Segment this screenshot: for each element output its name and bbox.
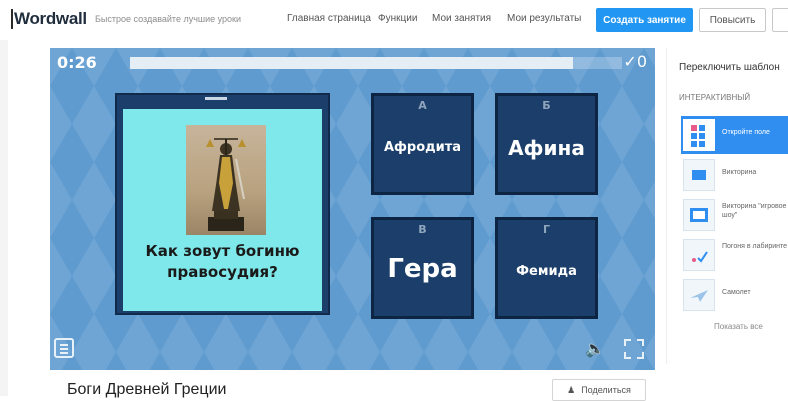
nav-home[interactable]: Главная страница: [287, 13, 371, 24]
fullscreen-icon[interactable]: [623, 338, 645, 360]
logo-divider: [11, 9, 13, 29]
answer-tile-b[interactable]: Б Афина: [495, 93, 598, 195]
question-card: Как зовут богиню правосудия?: [115, 93, 330, 315]
template-label: Погоня в лабиринте: [722, 243, 788, 250]
panel-title: Переключить шаблон: [679, 62, 780, 73]
answer-letter-d: Г: [542, 223, 550, 236]
create-activity-button[interactable]: Создать занятие: [596, 8, 693, 32]
template-label: Самолет: [722, 289, 751, 296]
left-edge-strip: [0, 40, 8, 396]
template-game-show-quiz[interactable]: Викторина "игровое шоу": [681, 196, 788, 234]
answer-letter-b: Б: [542, 99, 551, 112]
airplane-icon: [683, 279, 715, 311]
game-show-icon: [683, 199, 715, 231]
answer-tile-c[interactable]: В Гера: [371, 217, 474, 319]
user-icon: ♟: [567, 384, 576, 395]
question-panel: Как зовут богиню правосудия?: [123, 109, 322, 311]
share-label: Поделиться: [581, 385, 631, 395]
template-label: Викторина: [722, 169, 757, 176]
question-text: Как зовут богиню правосудия?: [145, 242, 300, 281]
progress-fill: [130, 57, 573, 69]
score: ✓0: [623, 52, 647, 71]
progress-bar: [130, 57, 622, 69]
template-quiz[interactable]: Викторина: [681, 156, 788, 194]
answer-text-a: Афродита: [383, 140, 462, 155]
maze-chase-icon: [683, 239, 715, 271]
top-header: Wordwall Быстрое создавайте лучшие уроки…: [0, 0, 788, 40]
timer: 0:26: [57, 53, 97, 72]
template-label: Викторина "игровое шоу": [722, 203, 787, 219]
nav-my-activities[interactable]: Мои занятия: [432, 13, 491, 24]
tagline: Быстрое создавайте лучшие уроки: [95, 14, 242, 24]
template-label: Откройте поле: [722, 129, 770, 136]
answer-text-c: Гера: [387, 254, 458, 284]
menu-icon[interactable]: [54, 338, 74, 358]
panel-section-label: ИНТЕРАКТИВНЫЙ: [679, 93, 751, 102]
share-button[interactable]: ♟ Поделиться: [552, 379, 646, 401]
game-area: 0:26 ✓0 Как зовут богиню правосудия? А А…: [50, 48, 655, 370]
answer-tile-a[interactable]: А Афродита: [371, 93, 474, 195]
themis-statue-image: [186, 125, 266, 235]
answer-text-b: Афина: [508, 136, 585, 160]
template-airplane[interactable]: Самолет: [681, 276, 788, 314]
answer-letter-a: А: [418, 99, 427, 112]
account-button[interactable]: [772, 8, 788, 32]
nav-features[interactable]: Функции: [378, 13, 417, 24]
template-maze-chase[interactable]: Погоня в лабиринте: [681, 236, 788, 274]
open-box-icon: [683, 119, 715, 151]
question-card-tab: [205, 97, 227, 100]
wordwall-logo[interactable]: Wordwall: [14, 9, 87, 29]
upgrade-button[interactable]: Повысить: [699, 8, 766, 32]
activity-title: Боги Древней Греции: [67, 381, 227, 398]
nav-my-results[interactable]: Мои результаты: [507, 13, 581, 24]
speaker-icon[interactable]: 🔈: [585, 339, 605, 358]
quiz-icon: [683, 159, 715, 191]
answer-tile-d[interactable]: Г Фемида: [495, 217, 598, 319]
answer-text-d: Фемида: [516, 264, 577, 279]
show-all-link[interactable]: Показать все: [714, 322, 763, 331]
answer-letter-c: В: [418, 223, 427, 236]
template-switcher-panel: Переключить шаблон ИНТЕРАКТИВНЫЙ Откройт…: [666, 48, 788, 364]
template-open-box[interactable]: Откройте поле: [681, 116, 788, 154]
